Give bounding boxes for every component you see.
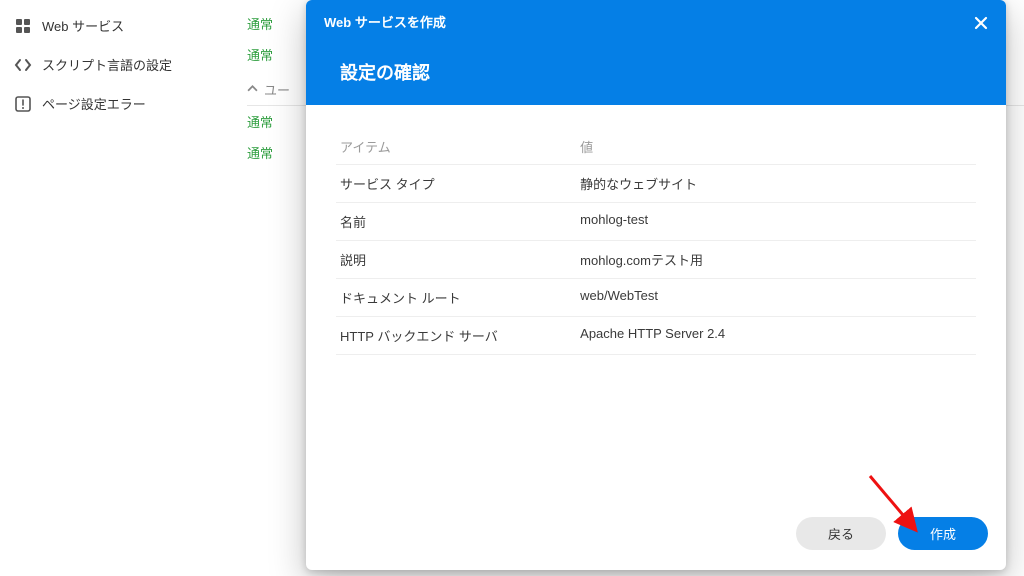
close-button[interactable]	[968, 10, 994, 36]
table-row: ドキュメント ルート web/WebTest	[336, 279, 976, 317]
grid-icon	[14, 17, 32, 35]
cell-item: サービス タイプ	[340, 174, 580, 193]
chevron-up-icon	[247, 82, 258, 97]
cell-value: mohlog.comテスト用	[580, 250, 972, 269]
modal-small-title: Web サービスを作成	[324, 12, 988, 31]
cell-value: 静的なウェブサイト	[580, 174, 972, 193]
close-icon	[973, 15, 989, 31]
cell-item: HTTP バックエンド サーバ	[340, 326, 580, 345]
modal-footer: 戻る 作成	[306, 503, 1006, 570]
cell-value: web/WebTest	[580, 288, 972, 307]
group-label: ユー	[264, 80, 290, 99]
cell-item: 名前	[340, 212, 580, 231]
table-row: HTTP バックエンド サーバ Apache HTTP Server 2.4	[336, 317, 976, 355]
cell-value: Apache HTTP Server 2.4	[580, 326, 972, 345]
back-button[interactable]: 戻る	[796, 517, 886, 550]
code-icon	[14, 56, 32, 74]
table-head: アイテム 値	[336, 129, 976, 165]
sidebar-item-page-error[interactable]: ページ設定エラー	[0, 84, 225, 123]
cell-item: 説明	[340, 250, 580, 269]
sidebar-item-web-service[interactable]: Web サービス	[0, 6, 225, 45]
create-web-service-modal: Web サービスを作成 設定の確認 アイテム 値 サービス タイプ 静的なウェブ…	[306, 0, 1006, 570]
sidebar-item-label: Web サービス	[42, 16, 124, 35]
sidebar-item-script-lang[interactable]: スクリプト言語の設定	[0, 45, 225, 84]
sidebar: Web サービス スクリプト言語の設定 ページ設定エラー	[0, 0, 225, 576]
cell-item: ドキュメント ルート	[340, 288, 580, 307]
table-row: 名前 mohlog-test	[336, 203, 976, 241]
modal-header: Web サービスを作成 設定の確認	[306, 0, 1006, 105]
table-row: サービス タイプ 静的なウェブサイト	[336, 165, 976, 203]
cell-value: mohlog-test	[580, 212, 972, 231]
sidebar-item-label: スクリプト言語の設定	[42, 55, 172, 74]
alert-icon	[14, 95, 32, 113]
config-table: アイテム 値 サービス タイプ 静的なウェブサイト 名前 mohlog-test…	[336, 129, 976, 355]
col-header-item: アイテム	[340, 137, 580, 156]
col-header-value: 値	[580, 137, 972, 156]
modal-body: アイテム 値 サービス タイプ 静的なウェブサイト 名前 mohlog-test…	[306, 105, 1006, 503]
modal-big-title: 設定の確認	[340, 59, 988, 85]
table-row: 説明 mohlog.comテスト用	[336, 241, 976, 279]
sidebar-item-label: ページ設定エラー	[42, 94, 146, 113]
create-button[interactable]: 作成	[898, 517, 988, 550]
